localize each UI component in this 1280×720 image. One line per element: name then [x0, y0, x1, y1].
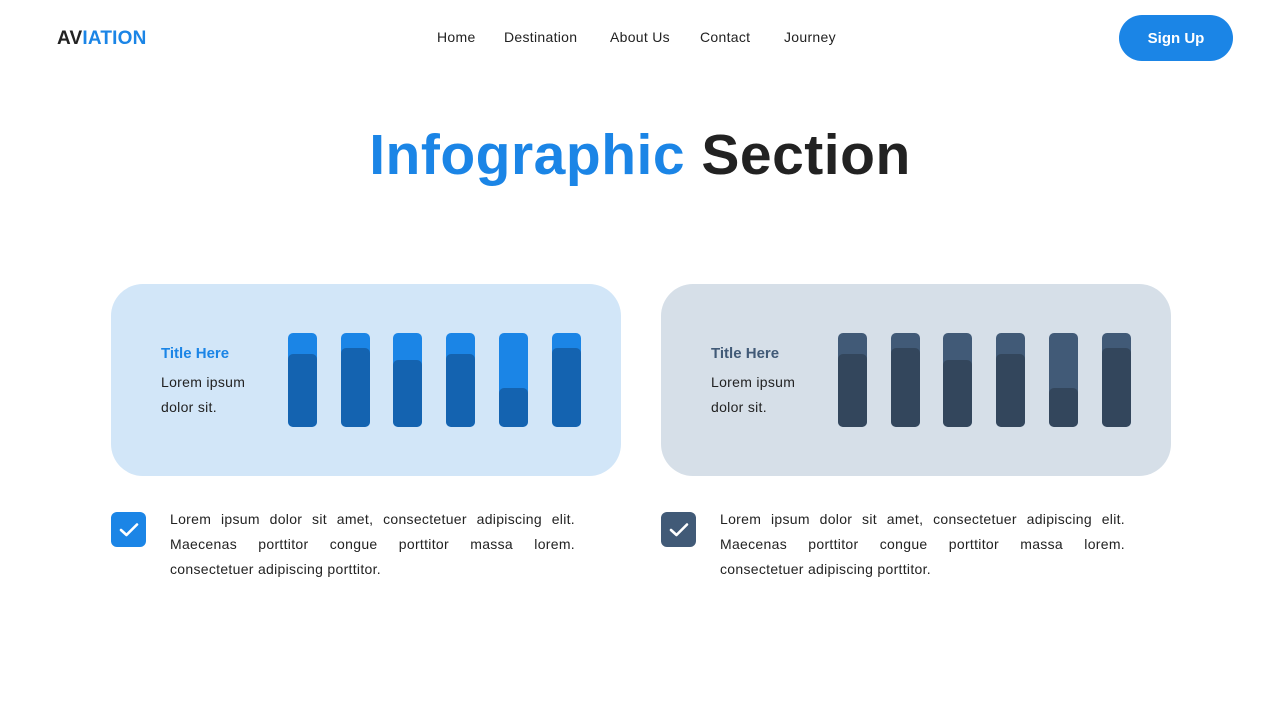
sign-up-button[interactable]: Sign Up [1119, 15, 1233, 61]
bar-fill [943, 360, 972, 427]
bar [446, 333, 475, 427]
bar [838, 333, 867, 427]
bar [891, 333, 920, 427]
main-nav: Home Destination About Us Contact Journe… [0, 29, 1280, 49]
bar [499, 333, 528, 427]
bar-fill [1102, 348, 1131, 427]
card-title: Title Here [161, 345, 230, 362]
infographic-card: Title Here Lorem ipsum dolor sit. [111, 284, 621, 476]
bar-fill [288, 353, 317, 427]
bar-fill [996, 353, 1025, 427]
bar [393, 333, 422, 427]
check-icon [119, 522, 138, 536]
feature-text: Lorem ipsum dolor sit amet, consectetuer… [170, 511, 575, 577]
bar-fill [446, 353, 475, 427]
nav-destination[interactable]: Destination [504, 29, 577, 45]
bar [288, 333, 317, 427]
nav-journey[interactable]: Journey [784, 29, 836, 45]
bar-fill [1049, 388, 1078, 427]
bar [341, 333, 370, 427]
card-description: Lorem ipsum dolor sit. [161, 374, 246, 415]
bar-fill [552, 348, 581, 427]
nav-contact[interactable]: Contact [700, 29, 750, 45]
bar-fill [499, 388, 528, 427]
bar [943, 333, 972, 427]
bar-fill [838, 353, 867, 427]
bar [1049, 333, 1078, 427]
nav-about-us[interactable]: About Us [610, 29, 670, 45]
bar-fill [891, 348, 920, 427]
checkbox[interactable] [111, 512, 146, 547]
infographic-card: Title Here Lorem ipsum dolor sit. [661, 284, 1171, 476]
card-description: Lorem ipsum dolor sit. [711, 374, 796, 415]
page-title: Infographic Section [369, 123, 911, 187]
card-title: Title Here [711, 345, 780, 362]
feature-text: Lorem ipsum dolor sit amet, consectetuer… [720, 511, 1125, 577]
bar-fill [393, 360, 422, 427]
nav-home[interactable]: Home [437, 29, 476, 45]
bar-fill [341, 348, 370, 427]
check-icon [669, 522, 688, 536]
bar [1102, 333, 1131, 427]
bar [552, 333, 581, 427]
checkbox[interactable] [661, 512, 696, 547]
bar [996, 333, 1025, 427]
